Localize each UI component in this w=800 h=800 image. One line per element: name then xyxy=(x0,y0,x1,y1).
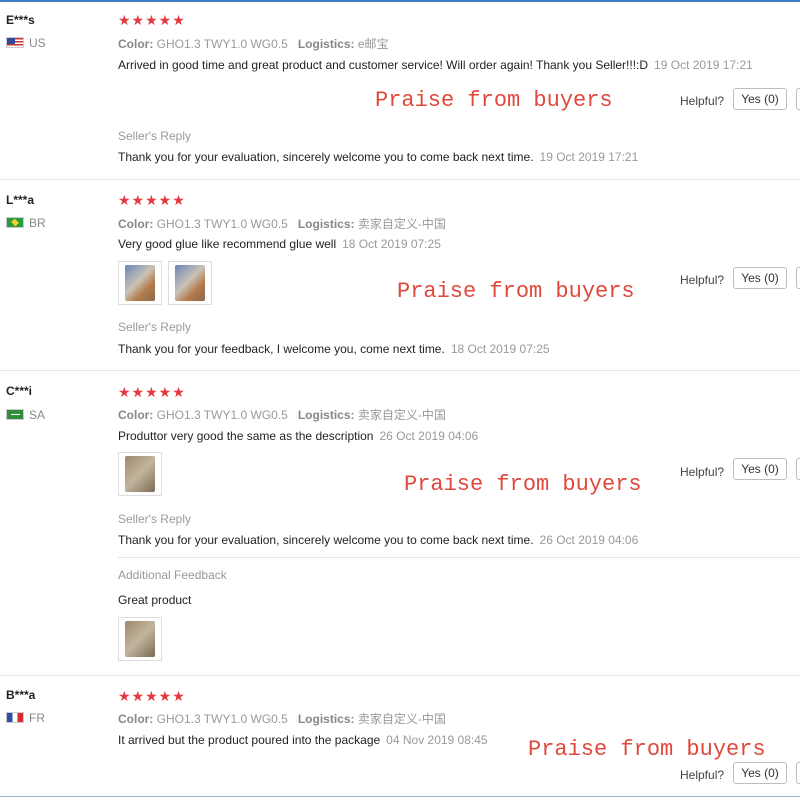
helpful-label: Helpful? xyxy=(680,768,725,782)
review-divider xyxy=(0,370,800,371)
review-text: It arrived but the product poured into t… xyxy=(118,733,488,747)
star-rating: ★★★★★ xyxy=(118,688,186,704)
watermark-text: Praise from buyers xyxy=(375,88,613,113)
review-text: Arrived in good time and great product a… xyxy=(118,58,753,72)
sellers-reply-label: Seller's Reply xyxy=(118,129,191,143)
reviewer-country: US xyxy=(6,36,46,50)
order-info: Color: GHO1.3 TWY1.0 WG0.5 Logistics: e邮宝 xyxy=(118,37,389,51)
review-date: 19 Oct 2019 17:21 xyxy=(654,58,753,72)
review-text: Produttor very good the same as the desc… xyxy=(118,429,479,443)
review-photo[interactable] xyxy=(118,452,162,496)
feedback-divider xyxy=(118,557,800,558)
order-info: Color: GHO1.3 TWY1.0 WG0.5 Logistics: 卖家自… xyxy=(118,408,446,422)
star-rating: ★★★★★ xyxy=(118,384,186,400)
seller-reply-text: Thank you for your evaluation, sincerely… xyxy=(118,533,639,547)
review-divider xyxy=(0,675,800,676)
order-info: Color: GHO1.3 TWY1.0 WG0.5 Logistics: 卖家自… xyxy=(118,217,446,231)
review-date: 26 Oct 2019 04:06 xyxy=(379,429,479,443)
reviewer-country: FR xyxy=(6,711,45,725)
helpful-no-button[interactable] xyxy=(796,762,800,784)
additional-feedback-text: Great product xyxy=(118,593,192,607)
watermark-text: Praise from buyers xyxy=(397,279,635,304)
helpful-yes-button[interactable]: Yes (0) xyxy=(733,267,787,289)
additional-feedback-label: Additional Feedback xyxy=(118,568,227,582)
star-rating: ★★★★★ xyxy=(118,192,186,208)
helpful-label: Helpful? xyxy=(680,273,725,287)
review-date: 04 Nov 2019 08:45 xyxy=(386,733,488,747)
sa-flag-icon xyxy=(6,409,24,420)
reviewer-name: B***a xyxy=(6,688,36,702)
review-photo[interactable] xyxy=(118,261,162,305)
reply-date: 19 Oct 2019 17:21 xyxy=(539,150,639,164)
reply-date: 26 Oct 2019 04:06 xyxy=(539,533,639,547)
br-flag-icon xyxy=(6,217,24,228)
helpful-yes-button[interactable]: Yes (0) xyxy=(733,458,787,480)
reviewer-name: L***a xyxy=(6,193,35,207)
helpful-label: Helpful? xyxy=(680,94,725,108)
seller-reply-text: Thank you for your feedback, I welcome y… xyxy=(118,342,550,356)
helpful-label: Helpful? xyxy=(680,465,725,479)
top-border xyxy=(0,0,800,2)
bottom-border xyxy=(0,796,800,797)
helpful-yes-button[interactable]: Yes (0) xyxy=(733,762,787,784)
order-info: Color: GHO1.3 TWY1.0 WG0.5 Logistics: 卖家自… xyxy=(118,712,446,726)
reviewer-country: BR xyxy=(6,216,46,230)
sellers-reply-label: Seller's Reply xyxy=(118,512,191,526)
reviewer-country: SA xyxy=(6,408,45,422)
us-flag-icon xyxy=(6,37,24,48)
reviewer-name: C***i xyxy=(6,384,33,398)
feedback-photo[interactable] xyxy=(118,617,162,661)
helpful-no-button[interactable] xyxy=(796,88,800,110)
seller-reply-text: Thank you for your evaluation, sincerely… xyxy=(118,150,639,164)
review-photo[interactable] xyxy=(168,261,212,305)
helpful-no-button[interactable] xyxy=(796,458,800,480)
helpful-no-button[interactable] xyxy=(796,267,800,289)
fr-flag-icon xyxy=(6,712,24,723)
reply-date: 18 Oct 2019 07:25 xyxy=(450,342,550,356)
review-divider xyxy=(0,179,800,180)
star-rating: ★★★★★ xyxy=(118,12,186,28)
review-text: Very good glue like recommend glue well 1… xyxy=(118,237,441,251)
watermark-text: Praise from buyers xyxy=(404,472,642,497)
helpful-yes-button[interactable]: Yes (0) xyxy=(733,88,787,110)
sellers-reply-label: Seller's Reply xyxy=(118,320,191,334)
watermark-text: Praise from buyers xyxy=(528,737,766,762)
review-date: 18 Oct 2019 07:25 xyxy=(342,237,441,251)
reviewer-name: E***s xyxy=(6,13,35,27)
